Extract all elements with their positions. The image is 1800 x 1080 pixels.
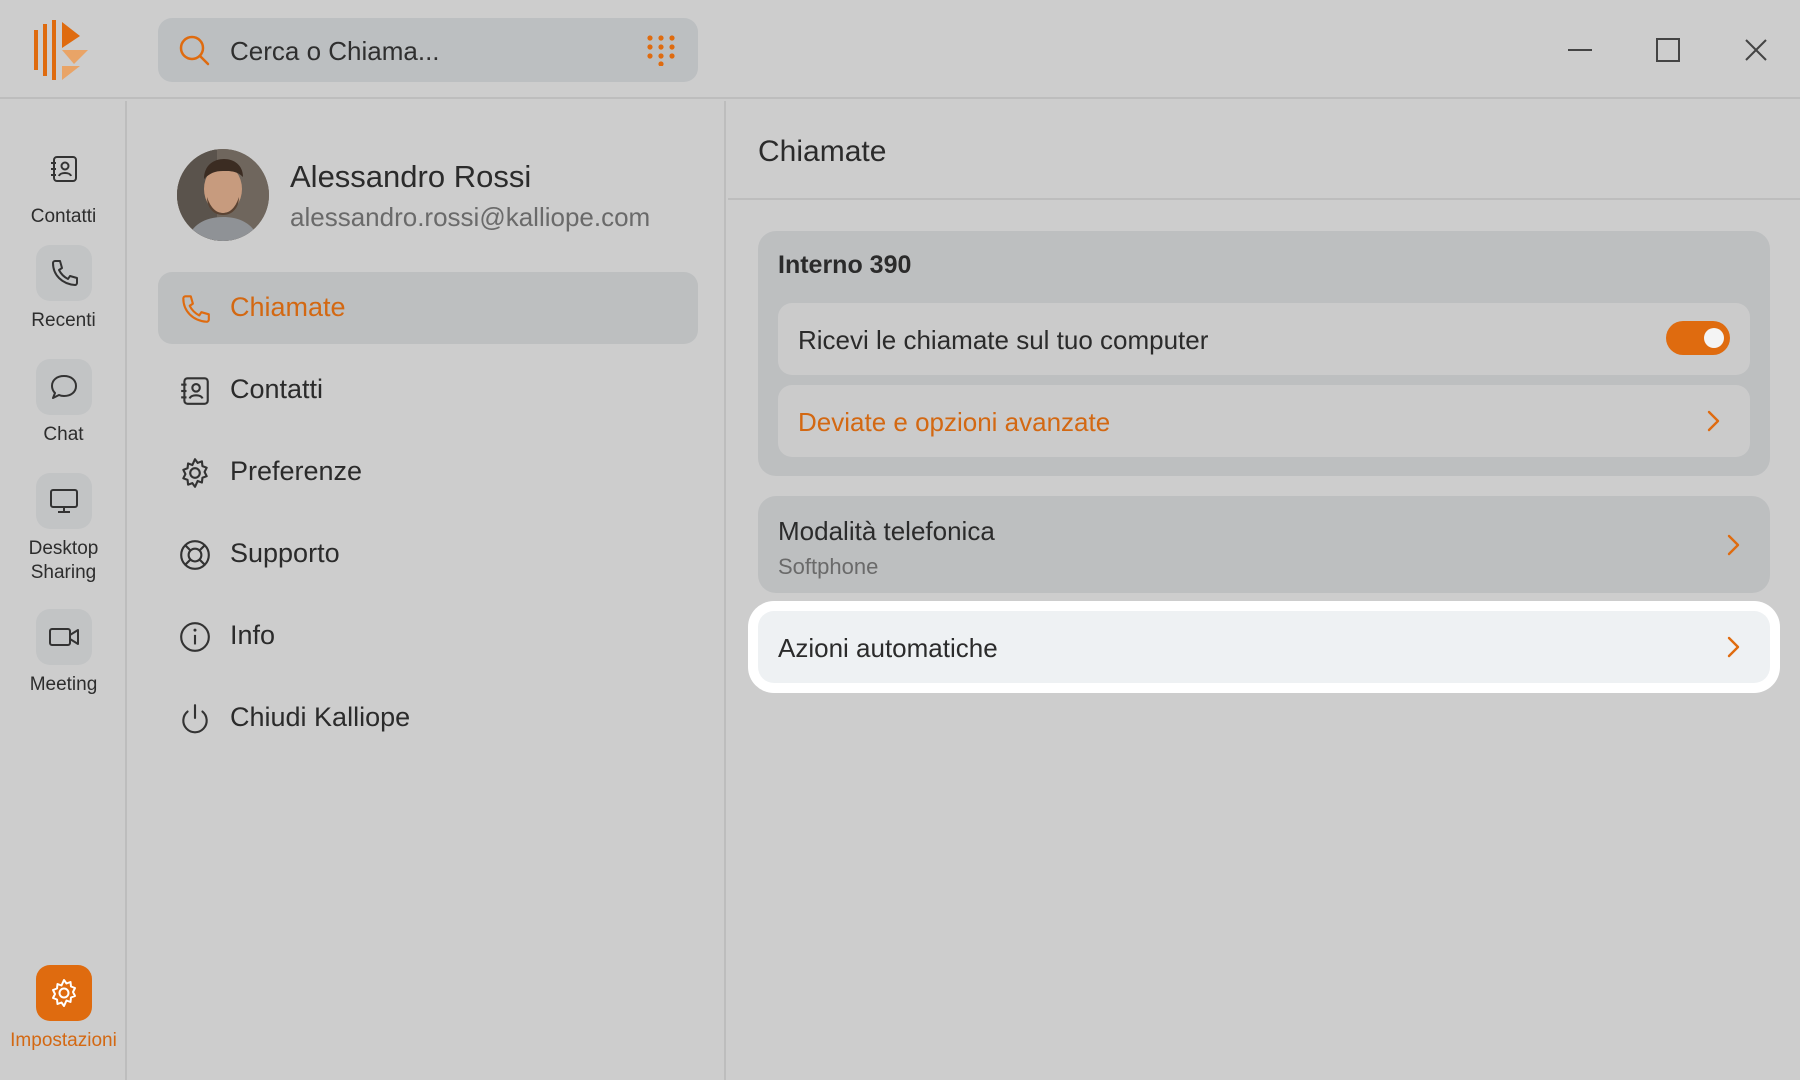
video-camera-icon — [48, 628, 79, 646]
menu-item-preferenze[interactable]: Preferenze — [158, 436, 698, 508]
rail-item-chat[interactable]: Chat — [0, 359, 127, 447]
menu-label-preferenze: Preferenze — [230, 456, 363, 486]
lifebuoy-icon — [180, 540, 210, 570]
chevron-right-icon — [1727, 534, 1740, 556]
user-name: Alessandro Rossi — [290, 159, 532, 194]
receive-calls-label: Ricevi le chiamate sul tuo computer — [798, 325, 1209, 355]
menu-label-supporto: Supporto — [230, 538, 340, 568]
contacts-icon — [50, 156, 77, 182]
page-title: Chiamate — [758, 135, 887, 168]
user-email: alessandro.rossi@kalliope.com — [290, 202, 651, 232]
maximize-icon[interactable] — [1648, 30, 1688, 70]
rail-label-chat: Chat — [43, 424, 84, 445]
auto-actions-highlight: Azioni automatiche — [748, 601, 1780, 693]
phone-mode-value: Softphone — [778, 554, 879, 579]
receive-calls-row: Ricevi le chiamate sul tuo computer — [778, 303, 1750, 375]
menu-item-chiamate[interactable]: Chiamate — [158, 272, 698, 344]
close-icon[interactable] — [1736, 30, 1776, 70]
rail-label-desktop-sharing: Desktop Sharing — [28, 538, 99, 583]
rail-item-desktop-sharing[interactable]: Desktop Sharing — [0, 473, 127, 585]
app-window: Cerca o Chiama... Contatti Recenti Chat … — [0, 0, 1800, 1080]
rail-label-contatti: Contatti — [30, 206, 97, 227]
phone-icon — [182, 295, 210, 323]
menu-label-chiudi-kalliope: Chiudi Kalliope — [230, 702, 411, 732]
gear-icon — [182, 458, 208, 488]
rail-item-recenti[interactable]: Recenti — [0, 245, 127, 333]
rail-item-contatti[interactable]: Contatti — [0, 141, 127, 229]
rail-label-meeting: Meeting — [29, 674, 98, 695]
search-placeholder[interactable]: Cerca o Chiama... — [230, 36, 440, 67]
menu-item-supporto[interactable]: Supporto — [158, 518, 698, 590]
detail-panel: Chiamate Interno 390 Ricevi le chiamate … — [728, 101, 1800, 1080]
auto-actions-title: Azioni automatiche — [778, 633, 998, 663]
rail-item-impostazioni[interactable]: Impostazioni — [0, 965, 127, 1053]
rail-item-meeting[interactable]: Meeting — [0, 609, 127, 697]
toggle-knob — [1704, 328, 1724, 348]
rail-label-recenti: Recenti — [31, 310, 96, 331]
contacts-icon — [181, 377, 209, 405]
nav-rail: Contatti Recenti Chat Desktop Sharing Me… — [0, 101, 127, 1080]
rail-label-impostazioni: Impostazioni — [10, 1030, 117, 1051]
chevron-right-icon — [1727, 636, 1740, 658]
search-icon — [179, 35, 210, 66]
chevron-right-icon — [1707, 410, 1720, 432]
dialpad-icon[interactable] — [646, 34, 676, 66]
forwarding-row[interactable]: Deviate e opzioni avanzate — [778, 385, 1750, 457]
gear-icon — [51, 979, 76, 1007]
detail-header: Chiamate — [728, 101, 1800, 200]
title-bar: Cerca o Chiama... — [0, 0, 1800, 99]
kalliope-logo — [34, 20, 88, 80]
menu-label-info: Info — [230, 620, 276, 650]
receive-calls-toggle[interactable] — [1666, 321, 1730, 355]
search-bar[interactable]: Cerca o Chiama... — [158, 18, 698, 82]
power-icon — [182, 704, 208, 734]
menu-label-chiamate: Chiamate — [230, 292, 346, 322]
menu-item-chiudi-kalliope[interactable]: Chiudi Kalliope — [158, 682, 698, 754]
avatar-portrait — [177, 149, 269, 241]
info-icon — [180, 622, 210, 652]
phone-mode-card[interactable]: Modalità telefonica Softphone — [758, 496, 1770, 593]
extension-card: Interno 390 Ricevi le chiamate sul tuo c… — [758, 231, 1770, 476]
phone-icon — [51, 260, 78, 286]
chat-bubble-icon — [50, 375, 77, 399]
auto-actions-card[interactable]: Azioni automatiche — [758, 611, 1770, 683]
settings-menu-panel: Alessandro Rossi alessandro.rossi@kallio… — [129, 101, 726, 1080]
phone-mode-title: Modalità telefonica — [778, 516, 995, 546]
menu-label-contatti: Contatti — [230, 374, 324, 404]
forwarding-label: Deviate e opzioni avanzate — [798, 407, 1111, 437]
monitor-icon — [49, 489, 78, 513]
extension-title: Interno 390 — [778, 251, 912, 279]
menu-item-info[interactable]: Info — [158, 600, 698, 672]
avatar — [177, 149, 269, 241]
minimize-icon[interactable] — [1560, 30, 1600, 70]
menu-item-contatti[interactable]: Contatti — [158, 354, 698, 426]
